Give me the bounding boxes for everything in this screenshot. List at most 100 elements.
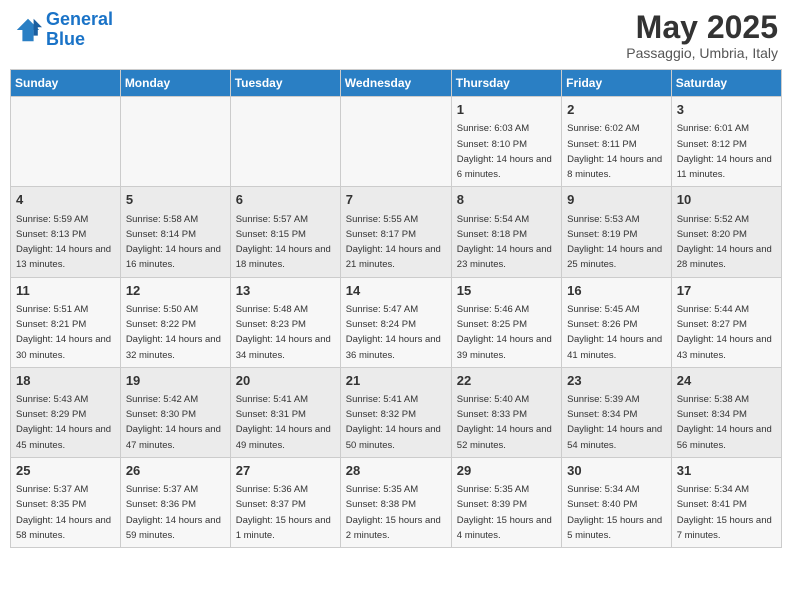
calendar-cell: 16 Sunrise: 5:45 AMSunset: 8:26 PMDayligh… [562,277,672,367]
day-info: Sunrise: 5:41 AMSunset: 8:32 PMDaylight:… [346,394,441,451]
day-number: 7 [346,191,446,209]
day-info: Sunrise: 5:55 AMSunset: 8:17 PMDaylight:… [346,214,441,271]
day-info: Sunrise: 5:43 AMSunset: 8:29 PMDaylight:… [16,394,111,451]
calendar-cell: 2 Sunrise: 6:02 AMSunset: 8:11 PMDaylight… [562,97,672,187]
day-number: 8 [457,191,556,209]
calendar-cell: 1Sunrise: 6:03 AMSunset: 8:10 PMDaylight… [451,97,561,187]
day-number: 2 [567,101,666,119]
day-number: 22 [457,372,556,390]
day-info: Sunrise: 5:36 AMSunset: 8:37 PMDaylight:… [236,484,331,541]
calendar-cell [340,97,451,187]
day-number: 27 [236,462,335,480]
page-header: General Blue May 2025 Passaggio, Umbria,… [10,10,782,61]
day-number: 4 [16,191,115,209]
calendar-week-row: 25 Sunrise: 5:37 AMSunset: 8:35 PMDayligh… [11,457,782,547]
day-info: Sunrise: 5:59 AMSunset: 8:13 PMDaylight:… [16,214,111,271]
calendar-table: SundayMondayTuesdayWednesdayThursdayFrid… [10,69,782,548]
weekday-header-saturday: Saturday [671,70,781,97]
weekday-header-tuesday: Tuesday [230,70,340,97]
day-info: Sunrise: 6:01 AMSunset: 8:12 PMDaylight:… [677,123,772,180]
day-info: Sunrise: 5:46 AMSunset: 8:25 PMDaylight:… [457,304,552,361]
logo-icon [14,16,42,44]
day-number: 25 [16,462,115,480]
day-number: 30 [567,462,666,480]
calendar-cell: 4 Sunrise: 5:59 AMSunset: 8:13 PMDaylight… [11,187,121,277]
calendar-cell: 18 Sunrise: 5:43 AMSunset: 8:29 PMDayligh… [11,367,121,457]
day-info: Sunrise: 5:41 AMSunset: 8:31 PMDaylight:… [236,394,331,451]
day-number: 19 [126,372,225,390]
calendar-cell: 9 Sunrise: 5:53 AMSunset: 8:19 PMDaylight… [562,187,672,277]
day-info: Sunrise: 5:47 AMSunset: 8:24 PMDaylight:… [346,304,441,361]
calendar-cell: 3 Sunrise: 6:01 AMSunset: 8:12 PMDaylight… [671,97,781,187]
calendar-cell: 28 Sunrise: 5:35 AMSunset: 8:38 PMDayligh… [340,457,451,547]
calendar-cell: 11 Sunrise: 5:51 AMSunset: 8:21 PMDayligh… [11,277,121,367]
calendar-cell: 23Sunrise: 5:39 AMSunset: 8:34 PMDayligh… [562,367,672,457]
logo: General Blue [14,10,113,50]
day-number: 28 [346,462,446,480]
day-info: Sunrise: 5:44 AMSunset: 8:27 PMDaylight:… [677,304,772,361]
day-number: 23 [567,372,666,390]
day-info: Sunrise: 5:53 AMSunset: 8:19 PMDaylight:… [567,214,662,271]
day-info: Sunrise: 6:02 AMSunset: 8:11 PMDaylight:… [567,123,662,180]
day-info: Sunrise: 5:37 AMSunset: 8:36 PMDaylight:… [126,484,221,541]
day-number: 31 [677,462,776,480]
day-info: Sunrise: 5:50 AMSunset: 8:22 PMDaylight:… [126,304,221,361]
calendar-cell: 30Sunrise: 5:34 AMSunset: 8:40 PMDayligh… [562,457,672,547]
day-number: 3 [677,101,776,119]
day-info: Sunrise: 5:35 AMSunset: 8:38 PMDaylight:… [346,484,441,541]
day-number: 20 [236,372,335,390]
day-number: 6 [236,191,335,209]
calendar-cell: 22 Sunrise: 5:40 AMSunset: 8:33 PMDayligh… [451,367,561,457]
day-info: Sunrise: 5:54 AMSunset: 8:18 PMDaylight:… [457,214,552,271]
weekday-header-monday: Monday [120,70,230,97]
calendar-cell: 21 Sunrise: 5:41 AMSunset: 8:32 PMDayligh… [340,367,451,457]
day-number: 12 [126,282,225,300]
calendar-cell: 20 Sunrise: 5:41 AMSunset: 8:31 PMDayligh… [230,367,340,457]
weekday-header-wednesday: Wednesday [340,70,451,97]
calendar-cell: 8 Sunrise: 5:54 AMSunset: 8:18 PMDaylight… [451,187,561,277]
calendar-cell: 14Sunrise: 5:47 AMSunset: 8:24 PMDayligh… [340,277,451,367]
calendar-cell [230,97,340,187]
month-year-title: May 2025 [626,10,778,45]
day-number: 21 [346,372,446,390]
calendar-week-row: 11 Sunrise: 5:51 AMSunset: 8:21 PMDayligh… [11,277,782,367]
calendar-week-row: 18 Sunrise: 5:43 AMSunset: 8:29 PMDayligh… [11,367,782,457]
day-info: Sunrise: 5:45 AMSunset: 8:26 PMDaylight:… [567,304,662,361]
day-number: 15 [457,282,556,300]
calendar-week-row: 1Sunrise: 6:03 AMSunset: 8:10 PMDaylight… [11,97,782,187]
calendar-cell: 15 Sunrise: 5:46 AMSunset: 8:25 PMDayligh… [451,277,561,367]
day-number: 13 [236,282,335,300]
day-info: Sunrise: 5:40 AMSunset: 8:33 PMDaylight:… [457,394,552,451]
calendar-cell: 7 Sunrise: 5:55 AMSunset: 8:17 PMDaylight… [340,187,451,277]
day-number: 24 [677,372,776,390]
day-info: Sunrise: 5:35 AMSunset: 8:39 PMDaylight:… [457,484,552,541]
calendar-week-row: 4 Sunrise: 5:59 AMSunset: 8:13 PMDaylight… [11,187,782,277]
location-subtitle: Passaggio, Umbria, Italy [626,45,778,61]
day-number: 18 [16,372,115,390]
calendar-cell: 5Sunrise: 5:58 AMSunset: 8:14 PMDaylight… [120,187,230,277]
day-number: 26 [126,462,225,480]
calendar-cell: 19Sunrise: 5:42 AMSunset: 8:30 PMDayligh… [120,367,230,457]
day-info: Sunrise: 5:57 AMSunset: 8:15 PMDaylight:… [236,214,331,271]
day-number: 29 [457,462,556,480]
day-number: 16 [567,282,666,300]
day-number: 9 [567,191,666,209]
calendar-cell: 13 Sunrise: 5:48 AMSunset: 8:23 PMDayligh… [230,277,340,367]
day-info: Sunrise: 5:51 AMSunset: 8:21 PMDaylight:… [16,304,111,361]
day-info: Sunrise: 5:38 AMSunset: 8:34 PMDaylight:… [677,394,772,451]
calendar-cell [120,97,230,187]
calendar-cell: 17 Sunrise: 5:44 AMSunset: 8:27 PMDayligh… [671,277,781,367]
day-info: Sunrise: 5:48 AMSunset: 8:23 PMDaylight:… [236,304,331,361]
calendar-cell: 10Sunrise: 5:52 AMSunset: 8:20 PMDayligh… [671,187,781,277]
logo-text: General Blue [46,10,113,50]
day-number: 17 [677,282,776,300]
calendar-cell: 29 Sunrise: 5:35 AMSunset: 8:39 PMDayligh… [451,457,561,547]
day-info: Sunrise: 5:34 AMSunset: 8:41 PMDaylight:… [677,484,772,541]
day-number: 11 [16,282,115,300]
calendar-cell: 6 Sunrise: 5:57 AMSunset: 8:15 PMDaylight… [230,187,340,277]
calendar-cell [11,97,121,187]
weekday-header-row: SundayMondayTuesdayWednesdayThursdayFrid… [11,70,782,97]
day-number: 1 [457,101,556,119]
calendar-cell: 31 Sunrise: 5:34 AMSunset: 8:41 PMDayligh… [671,457,781,547]
day-info: Sunrise: 5:37 AMSunset: 8:35 PMDaylight:… [16,484,111,541]
